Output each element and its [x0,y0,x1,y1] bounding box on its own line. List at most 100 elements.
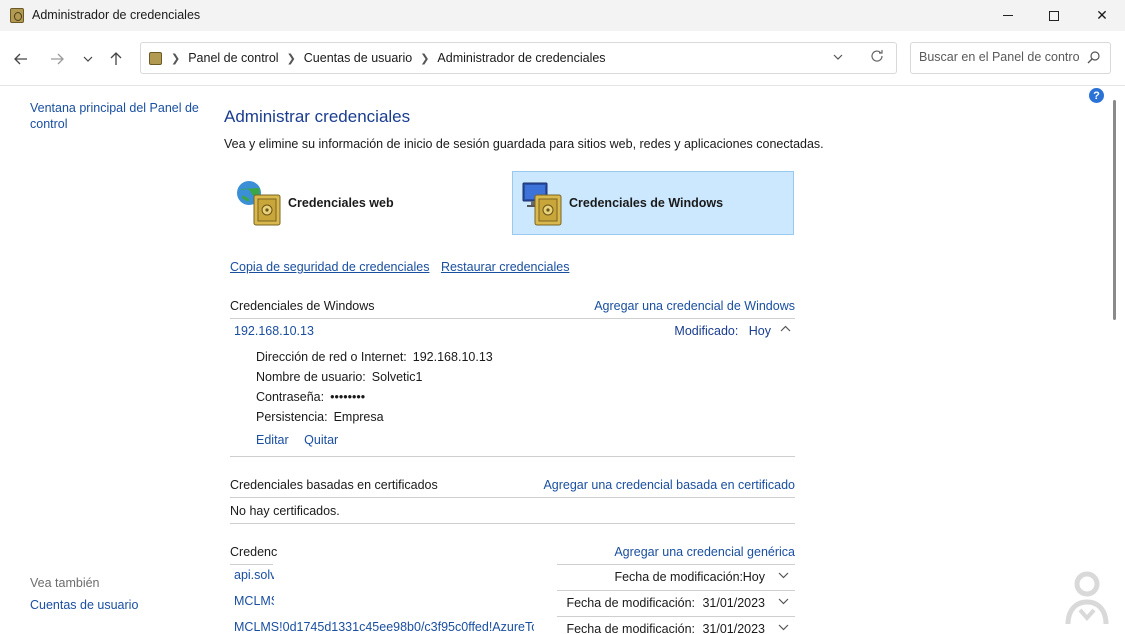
page-description: Vea y elimine su información de inicio d… [224,137,824,151]
collapse-button[interactable] [780,323,791,335]
expand-button[interactable] [778,596,789,608]
credential-actions: Editar Quitar [256,433,350,447]
chevron-up-icon [780,325,791,332]
see-also-heading: Vea también [30,576,100,590]
breadcrumb-separator-icon: ❯ [286,52,296,65]
section-divider [230,523,795,524]
windows-credentials-tile[interactable]: Credenciales de Windows [512,171,794,235]
help-icon[interactable]: ? [1089,88,1104,103]
navigation-bar: ❯ Panel de control ❯ Cuentas de usuario … [0,31,1125,86]
solvetic-logo-icon [1065,571,1109,625]
breadcrumb-separator-icon: ❯ [420,52,430,65]
generic-credential-name[interactable]: MCLMS [234,594,274,608]
user-accounts-link[interactable]: Cuentas de usuario [30,598,138,612]
credential-manager-icon [10,8,24,23]
close-icon: ✕ [1096,7,1108,23]
refresh-button[interactable] [870,49,884,67]
breadcrumb-user-accounts[interactable]: Cuentas de usuario [304,51,412,65]
control-panel-home-link[interactable]: Ventana principal del Panel de control [30,100,200,132]
back-button[interactable] [10,48,32,70]
backup-restore-links: Copia de seguridad de credenciales Resta… [230,260,577,274]
maximize-icon [1049,10,1059,21]
main-content: ? Administrar credenciales Vea y elimine… [210,87,1110,634]
detail-key: Contraseña: [256,390,325,404]
forward-button[interactable] [46,48,68,70]
search-box[interactable] [910,42,1111,74]
generic-credential-name[interactable]: MCLMS!0d1745d1331c45ee98b0/c3f95c0ffed!A… [234,620,534,634]
web-credentials-label: Credenciales web [288,196,394,210]
windows-credentials-icon [515,177,565,229]
arrow-left-icon [14,53,27,65]
control-panel-icon [149,52,162,65]
expand-button[interactable] [778,570,789,582]
left-pane: Ventana principal del Panel de control V… [0,87,210,634]
arrow-right-icon [51,53,64,65]
chevron-down-icon [778,598,789,605]
detail-value: Empresa [333,410,384,424]
generic-credential-modified: Fecha de modificación: 31/01/2023 [557,616,795,634]
detail-value: Solvetic1 [371,370,423,384]
chevron-down-icon [83,56,93,62]
detail-value: 192.168.10.13 [412,350,493,364]
add-windows-credential-link[interactable]: Agregar una credencial de Windows [594,299,795,313]
credential-modified-label: Modificado: [674,324,739,338]
detail-key: Persistencia: [256,410,328,424]
generic-credential-row[interactable]: api.solv Fecha de modificación: Hoy [234,564,795,588]
credential-modified-value: Hoy [748,324,771,338]
detail-value: •••••••• [330,390,366,404]
generic-credential-row[interactable]: MCLMS Fecha de modificación: 31/01/2023 [234,590,795,614]
arrow-up-icon [110,52,122,65]
certificate-credentials-section-title: Credenciales basadas en certificados [230,478,438,492]
minimize-icon [1003,15,1013,16]
windows-credentials-section-title: Credenciales de Windows [230,299,375,313]
minimize-button[interactable] [985,0,1031,31]
up-button[interactable] [105,48,127,70]
detail-key: Nombre de usuario: [256,370,366,384]
edit-credential-link[interactable]: Editar [256,433,289,447]
remove-credential-link[interactable]: Quitar [304,433,338,447]
modified-label: Fecha de modificación: [566,622,695,634]
refresh-icon [871,50,883,62]
address-bar[interactable]: ❯ Panel de control ❯ Cuentas de usuario … [140,42,897,74]
address-dropdown-button[interactable] [833,51,843,63]
chevron-down-icon [778,624,789,631]
chevron-down-icon [833,54,843,60]
maximize-button[interactable] [1031,0,1077,31]
generic-credential-row[interactable]: MCLMS!0d1745d1331c45ee98b0/c3f95c0ffed!A… [234,616,795,634]
section-divider [230,497,795,498]
web-credentials-icon [234,177,284,229]
close-button[interactable]: ✕ [1079,0,1125,31]
section-divider [230,456,795,457]
credential-modified: Modificado: Hoy [674,324,771,338]
expand-button[interactable] [778,622,789,634]
detail-network-address: Dirección de red o Internet: 192.168.10.1… [256,350,493,364]
modified-value: 31/01/2023 [702,596,765,610]
recent-locations-button[interactable] [77,48,99,70]
modified-value: Hoy [742,570,765,584]
restore-credentials-link[interactable]: Restaurar credenciales [441,260,570,274]
search-icon[interactable] [1087,50,1101,64]
search-input[interactable] [919,50,1079,64]
detail-password: Contraseña: •••••••• [256,390,365,404]
vertical-scrollbar[interactable] [1112,100,1117,625]
credential-name[interactable]: 192.168.10.13 [234,324,314,338]
modified-label: Fecha de modificación: [566,596,695,610]
add-certificate-credential-link[interactable]: Agregar una credencial basada en certifi… [543,478,795,492]
page-title: Administrar credenciales [224,107,411,126]
web-credentials-tile[interactable]: Credenciales web [232,171,514,235]
generic-credential-modified: Fecha de modificación: 31/01/2023 [557,590,795,614]
generic-credential-modified: Fecha de modificación: Hoy [557,564,795,588]
breadcrumb-control-panel[interactable]: Panel de control [188,51,278,65]
generic-credentials-section-title: Credenc [230,545,278,559]
backup-credentials-link[interactable]: Copia de seguridad de credenciales [230,260,429,274]
generic-credential-name[interactable]: api.solv [234,568,274,582]
breadcrumb-separator-icon: ❯ [171,52,181,65]
breadcrumb: ❯ Panel de control ❯ Cuentas de usuario … [171,51,606,65]
add-generic-credential-link[interactable]: Agregar una credencial genérica [614,545,795,559]
detail-persistence: Persistencia: Empresa [256,410,384,424]
modified-label: Fecha de modificación: [614,570,743,584]
scrollbar-thumb[interactable] [1113,100,1116,320]
section-divider [230,318,795,319]
no-certificates-text: No hay certificados. [230,504,340,518]
breadcrumb-credential-manager[interactable]: Administrador de credenciales [437,51,605,65]
